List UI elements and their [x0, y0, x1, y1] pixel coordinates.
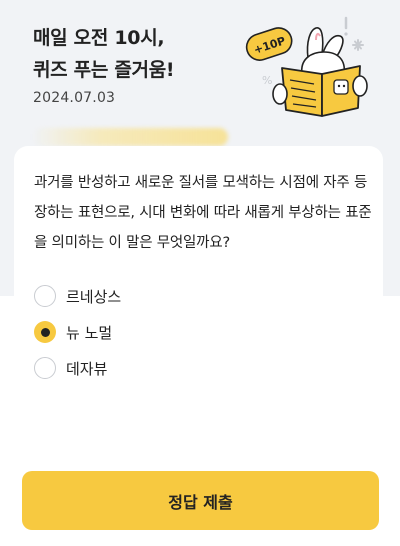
quiz-header: 매일 오전 10시, 퀴즈 푸는 즐거움! 2024.07.03 % +10P	[0, 0, 400, 150]
svg-text:%: %	[262, 74, 272, 87]
quiz-date: 2024.07.03	[33, 90, 116, 106]
quiz-question: 과거를 반성하고 새로운 질서를 모색하는 시점에 자주 등장하는 표현으로, …	[34, 175, 372, 251]
radio-button[interactable]	[34, 357, 56, 379]
book-icon	[272, 65, 368, 117]
submit-answer-button[interactable]: 정답 제출	[22, 471, 379, 530]
rabbit-icon	[300, 27, 346, 75]
answer-option-label: 데자뷰	[66, 359, 108, 378]
answer-option-2[interactable]: 뉴 노멀	[34, 314, 121, 350]
radio-button-selected[interactable]	[34, 321, 56, 343]
answer-option-label: 뉴 노멀	[66, 323, 113, 342]
answer-options: 르네상스 뉴 노멀 데자뷰	[34, 278, 121, 386]
points-badge: +10P	[245, 27, 293, 61]
radio-button[interactable]	[34, 285, 56, 307]
title-line-2: 퀴즈 푸는 즐거움!	[33, 59, 175, 81]
answer-option-label: 르네상스	[66, 287, 122, 306]
title-line-1: 매일 오전 10시,	[33, 27, 165, 49]
answer-option-3[interactable]: 데자뷰	[34, 350, 121, 386]
decorative-highlight	[32, 128, 228, 146]
page-title: 매일 오전 10시, 퀴즈 푸는 즐거움!	[33, 22, 175, 86]
answer-option-1[interactable]: 르네상스	[34, 278, 121, 314]
reading-rabbit-illustration: % +10P	[245, 16, 368, 117]
